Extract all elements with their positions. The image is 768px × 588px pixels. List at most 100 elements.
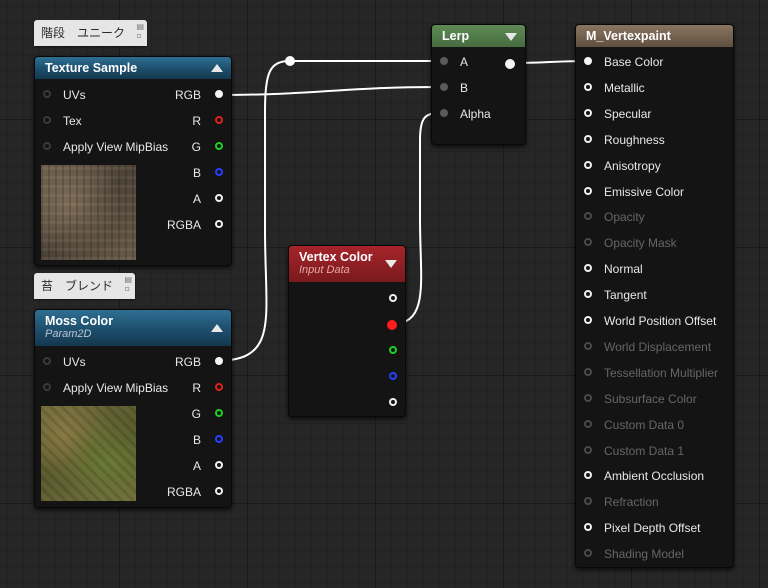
material-pin-opacity[interactable]: Opacity [584, 207, 645, 227]
material-pin-tangent[interactable]: Tangent [584, 285, 647, 305]
pin-rgba-out[interactable]: RGBA [167, 482, 223, 502]
pin-circle-icon[interactable] [584, 212, 592, 221]
material-pin-roughness[interactable]: Roughness [584, 130, 665, 150]
material-pin-emissive-color[interactable]: Emissive Color [584, 182, 684, 202]
pin-circle-icon[interactable] [584, 367, 592, 376]
pin-circle-icon[interactable] [43, 142, 51, 150]
material-pin-tessellation-multiplier[interactable]: Tessellation Multiplier [584, 363, 718, 383]
lerp-output-pin[interactable] [505, 59, 519, 71]
pin-circle-icon[interactable] [43, 383, 51, 391]
moss-color-header[interactable]: Moss Color Param2D [35, 310, 231, 346]
pin-r-out[interactable]: R [192, 378, 223, 398]
pin-uvs[interactable]: UVs [43, 352, 86, 372]
pin-b-out[interactable] [383, 372, 397, 384]
comment-pin-icon[interactable]: ▤ ▫ [124, 275, 132, 293]
collapse-arrow-icon[interactable] [211, 64, 223, 72]
pin-circle-icon[interactable] [215, 168, 223, 176]
moss-color-node[interactable]: Moss Color Param2D UVs Apply View MipBia… [34, 309, 232, 508]
material-pin-base-color[interactable]: Base Color [584, 52, 663, 72]
pin-a-in[interactable]: A [440, 52, 468, 72]
pin-circle-icon[interactable] [584, 497, 592, 506]
pin-circle-icon[interactable] [584, 523, 592, 532]
pin-circle-icon[interactable] [584, 393, 592, 402]
collapse-arrow-icon[interactable] [211, 324, 223, 332]
texture-sample-comment[interactable]: 階段 ユニーク ▤ ▫ [34, 20, 148, 46]
pin-b-out[interactable]: B [193, 430, 223, 450]
pin-circle-icon[interactable] [440, 83, 448, 91]
vertex-color-node[interactable]: Vertex Color Input Data [288, 245, 406, 417]
pin-b-in[interactable]: B [440, 78, 468, 98]
pin-circle-icon[interactable] [584, 108, 592, 117]
pin-circle-icon[interactable] [215, 90, 223, 98]
pin-circle-icon[interactable] [440, 57, 448, 65]
pin-circle-icon[interactable] [584, 82, 592, 91]
pin-circle-icon[interactable] [584, 419, 592, 428]
pin-circle-icon[interactable] [389, 346, 397, 354]
pin-g-out[interactable] [383, 346, 397, 358]
lerp-node[interactable]: Lerp A B Alpha [431, 24, 526, 145]
material-result-header[interactable]: M_Vertexpaint [576, 25, 733, 47]
pin-circle-icon[interactable] [584, 341, 592, 350]
vertex-color-header[interactable]: Vertex Color Input Data [289, 246, 405, 282]
pin-circle-icon[interactable] [584, 134, 592, 143]
pin-g-out[interactable]: G [192, 404, 223, 424]
pin-circle-icon[interactable] [584, 445, 592, 454]
material-pin-pixel-depth-offset[interactable]: Pixel Depth Offset [584, 518, 701, 538]
pin-circle-icon[interactable] [389, 372, 397, 380]
collapse-arrow-icon[interactable] [505, 33, 517, 41]
material-pin-refraction[interactable]: Refraction [584, 492, 659, 512]
pin-r-out[interactable]: R [192, 111, 223, 131]
pin-tex[interactable]: Tex [43, 111, 82, 131]
pin-circle-icon[interactable] [584, 549, 592, 558]
texture-sample-header[interactable]: Texture Sample [35, 57, 231, 79]
material-pin-normal[interactable]: Normal [584, 259, 643, 279]
pin-circle-icon[interactable] [215, 487, 223, 495]
pin-rgb-out[interactable]: RGB [175, 85, 223, 105]
pin-b-out[interactable]: B [193, 163, 223, 183]
pin-a-out[interactable]: A [193, 189, 223, 209]
pin-circle-icon[interactable] [389, 398, 397, 406]
material-pin-subsurface-color[interactable]: Subsurface Color [584, 389, 697, 409]
collapse-arrow-icon[interactable] [385, 260, 397, 268]
pin-circle-icon[interactable] [584, 160, 592, 169]
pin-alpha-in[interactable]: Alpha [440, 104, 491, 124]
material-pin-anisotropy[interactable]: Anisotropy [584, 156, 661, 176]
pin-circle-icon[interactable] [43, 90, 51, 98]
pin-circle-icon[interactable] [215, 461, 223, 469]
material-pin-opacity-mask[interactable]: Opacity Mask [584, 233, 677, 253]
material-pin-custom-data-1[interactable]: Custom Data 1 [584, 441, 684, 461]
material-pin-ambient-occlusion[interactable]: Ambient Occlusion [584, 466, 704, 486]
pin-apply-view-mipbias[interactable]: Apply View MipBias [43, 378, 168, 398]
pin-circle-icon[interactable] [584, 471, 592, 480]
pin-circle-icon[interactable] [215, 383, 223, 391]
pin-circle-icon[interactable] [43, 357, 51, 365]
material-result-node[interactable]: M_Vertexpaint Base Color Metallic Specular… [575, 24, 734, 568]
lerp-header[interactable]: Lerp [432, 25, 525, 47]
pin-circle-icon[interactable] [215, 194, 223, 202]
pin-circle-icon[interactable] [215, 220, 223, 228]
pin-circle-icon[interactable] [215, 435, 223, 443]
pin-circle-icon[interactable] [505, 59, 515, 69]
pin-circle-icon[interactable] [584, 316, 592, 324]
comment-pin-icon[interactable]: ▤ ▫ [136, 22, 144, 40]
pin-circle-icon[interactable] [440, 109, 448, 117]
material-pin-shading-model[interactable]: Shading Model [584, 544, 684, 564]
material-pin-world-displacement[interactable]: World Displacement [584, 337, 711, 357]
pin-circle-icon[interactable] [584, 57, 592, 65]
material-pin-metallic[interactable]: Metallic [584, 78, 645, 98]
moss-color-comment[interactable]: 苔 ブレンド ▤ ▫ [34, 273, 136, 299]
pin-circle-icon[interactable] [584, 290, 592, 299]
pin-a-out[interactable] [383, 398, 397, 410]
pin-circle-icon[interactable] [584, 264, 592, 273]
pin-rgb-out[interactable]: RGB [175, 352, 223, 372]
pin-g-out[interactable]: G [192, 137, 223, 157]
pin-circle-icon[interactable] [389, 294, 397, 302]
pin-circle-icon[interactable] [215, 116, 223, 124]
texture-sample-node[interactable]: Texture Sample UVs Tex Apply View MipBia… [34, 56, 232, 266]
pin-circle-icon[interactable] [43, 116, 51, 124]
material-pin-world-position-offset[interactable]: World Position Offset [584, 311, 716, 331]
material-pin-specular[interactable]: Specular [584, 104, 651, 124]
pin-circle-icon[interactable] [387, 320, 397, 330]
pin-circle-icon[interactable] [584, 186, 592, 195]
pin-apply-view-mipbias[interactable]: Apply View MipBias [43, 137, 168, 157]
